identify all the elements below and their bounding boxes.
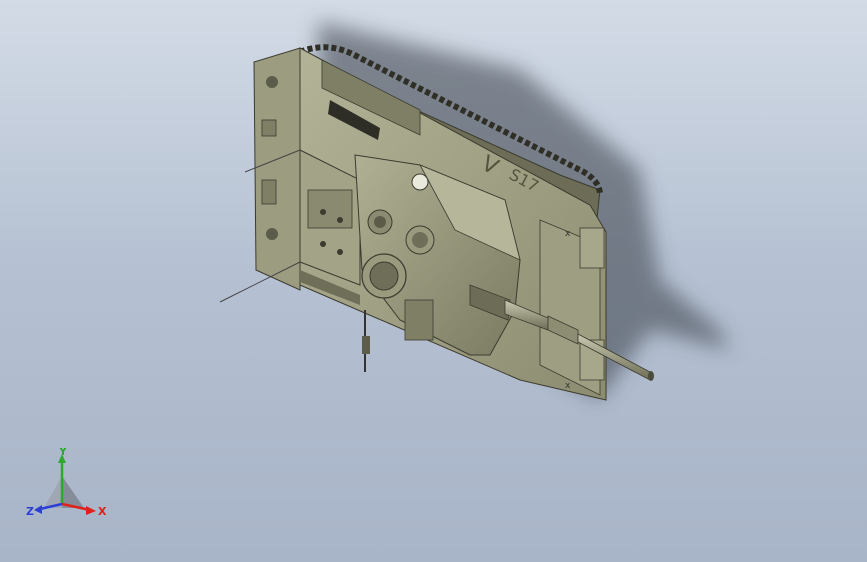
x-arrow-icon [86, 506, 96, 515]
z-arrow-icon [34, 505, 42, 514]
coordinate-triad: Y X Z [26, 448, 106, 518]
z-axis-label: Z [26, 505, 34, 518]
fender-x-mark-lower: x [565, 381, 571, 391]
tank-3d-model[interactable]: V S17 x x [0, 0, 867, 562]
x-axis-label: X [98, 505, 106, 518]
3d-viewport[interactable]: V S17 x x Y X Z [0, 0, 867, 562]
hull-side-plate [253, 47, 301, 291]
y-axis-label: Y [58, 448, 68, 458]
fender-x-mark-upper: x [565, 229, 571, 239]
